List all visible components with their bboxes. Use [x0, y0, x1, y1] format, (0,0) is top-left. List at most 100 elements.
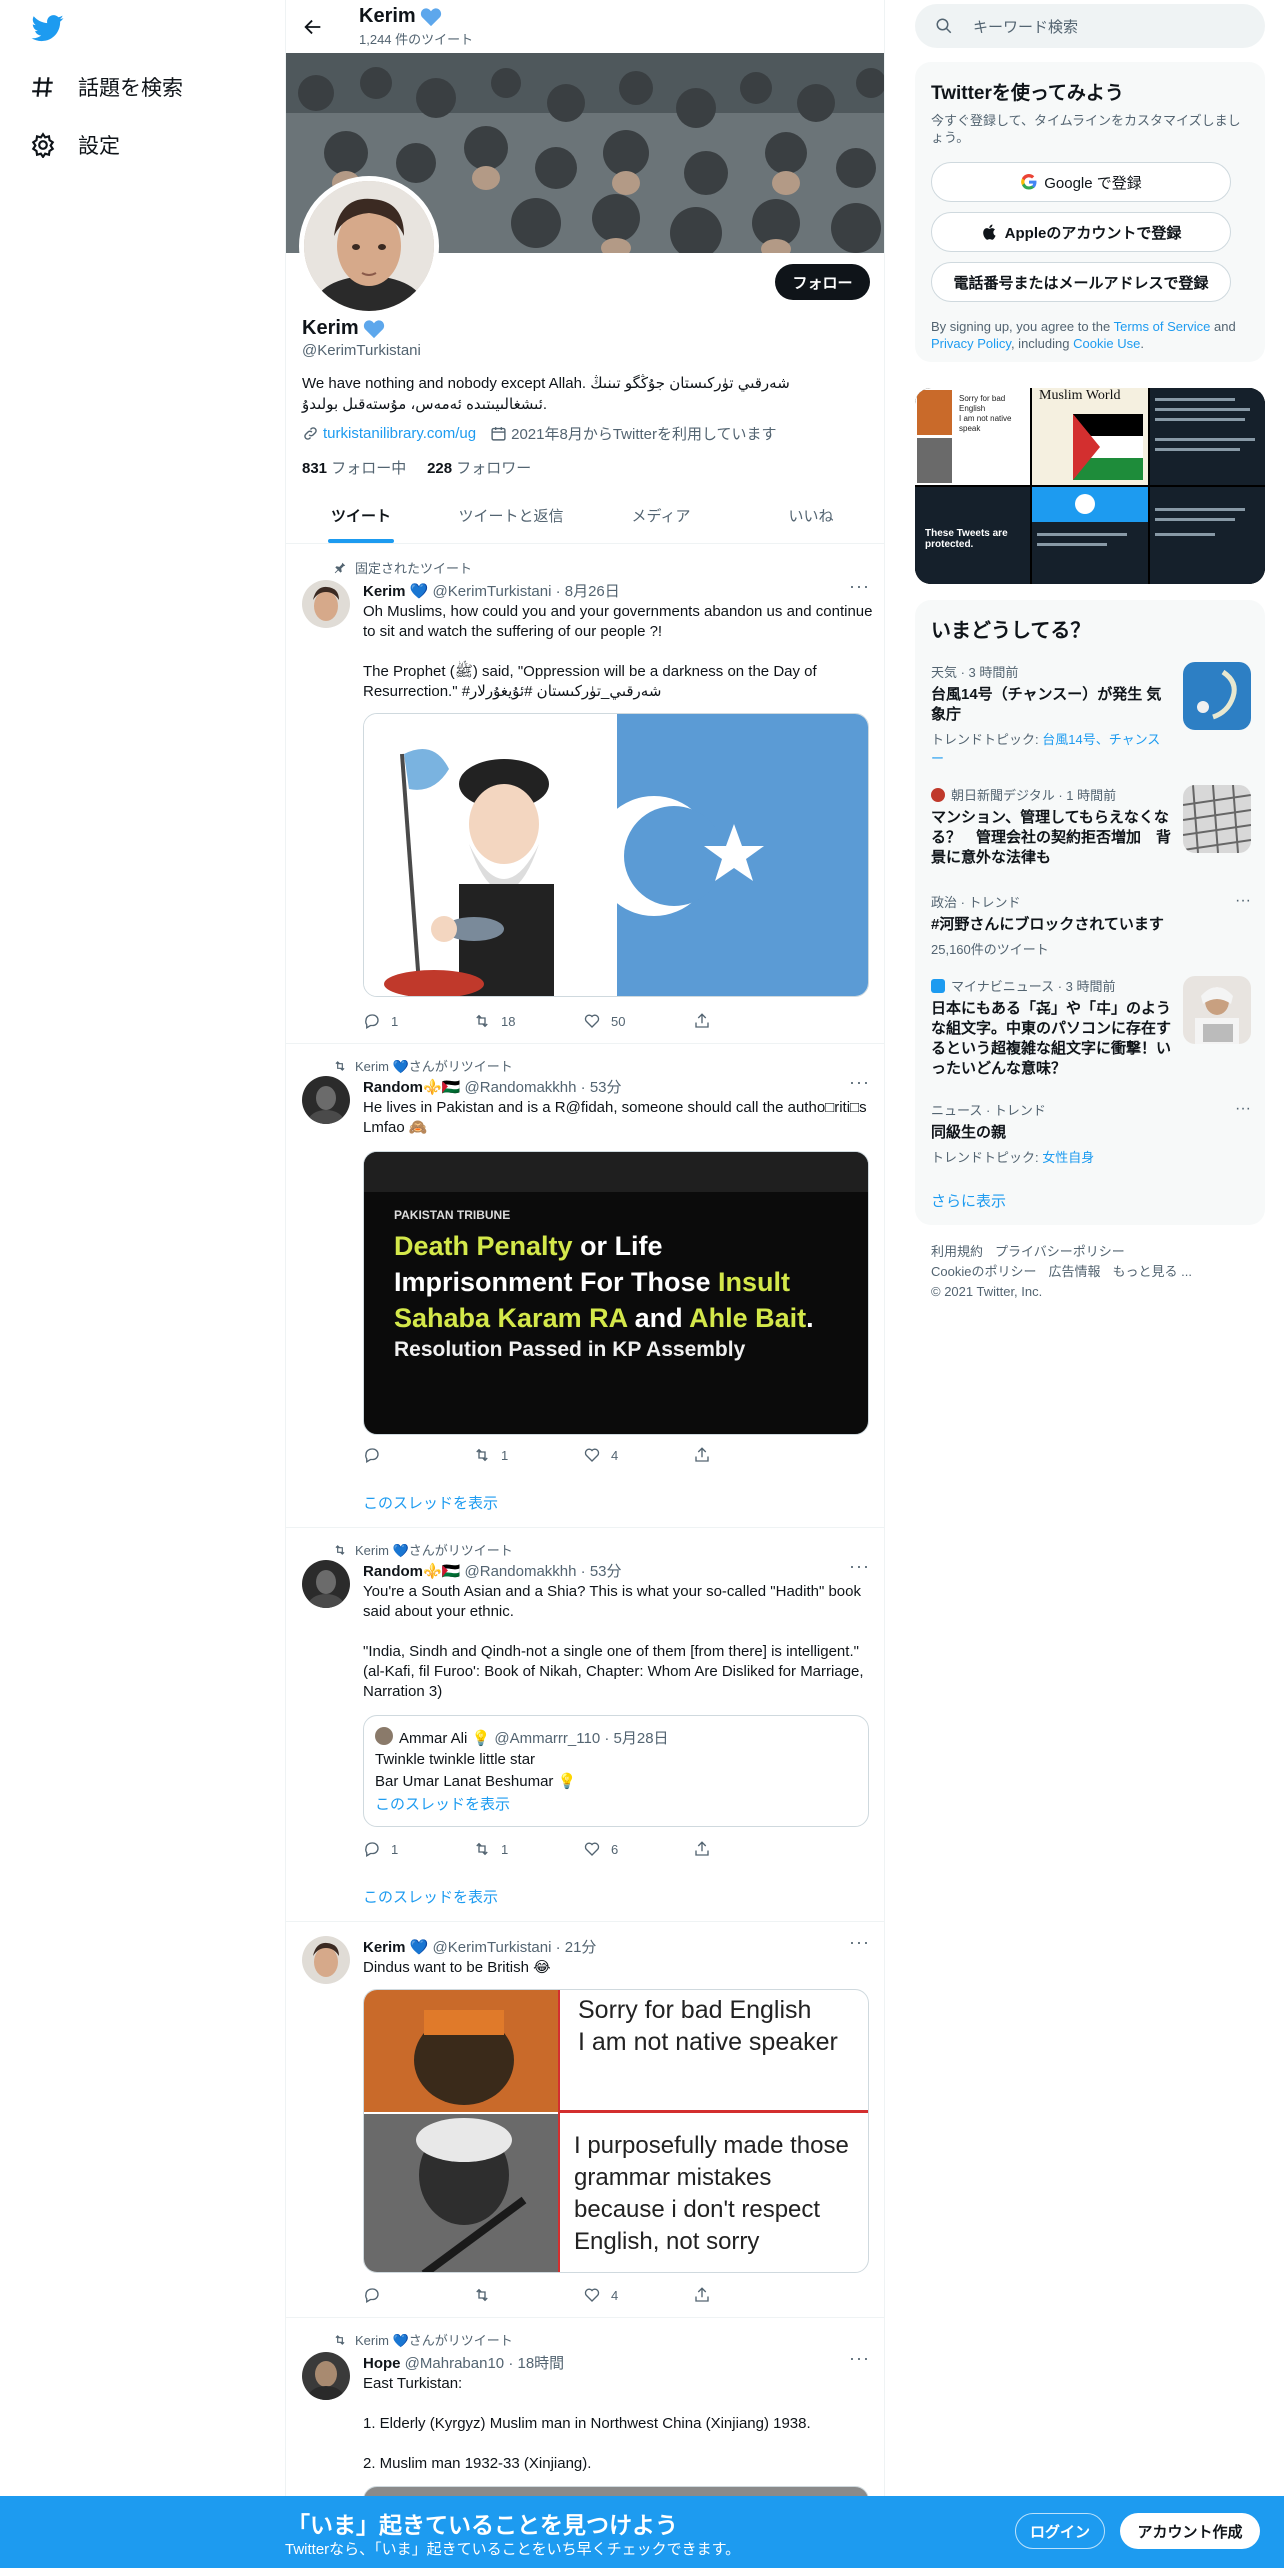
media-line-2: Imprisonment For Those Insult [394, 1264, 864, 1300]
reply-button[interactable] [363, 2286, 463, 2304]
more-options-icon[interactable]: ··· [849, 576, 870, 597]
tweet-timestamp[interactable]: · 53分 [581, 1563, 622, 1580]
tweet-actions: 1 4 [363, 1446, 793, 1464]
search-box[interactable]: キーワード検索 [915, 4, 1265, 48]
retweet-button[interactable] [473, 2286, 573, 2304]
tweet-own-meme[interactable]: Kerim 💙 @KerimTurkistani · 21分 ··· Dindu… [286, 1922, 884, 2318]
reply-button[interactable]: 1 [363, 1012, 463, 1030]
trend-more-icon[interactable]: ··· [1235, 1100, 1251, 1118]
share-button[interactable] [693, 1840, 793, 1858]
tab-likes[interactable]: いいね [736, 490, 884, 543]
trend-item-asahi[interactable]: 朝日新聞デジタル · 1 時間前 マンション、管理してもらえなくなる？ 管理会社… [931, 785, 1251, 875]
tweet-author-handle[interactable]: @Randomakkhh [465, 1079, 577, 1096]
share-button[interactable] [693, 1012, 793, 1030]
tab-tweets[interactable]: ツイート [286, 490, 436, 543]
nav-settings[interactable]: 設定 [30, 120, 120, 170]
quoted-show-thread[interactable]: このスレッドを表示 [375, 1793, 510, 1814]
tweet-timestamp[interactable]: · 18時間 [508, 2355, 564, 2372]
tab-tweets-and-replies[interactable]: ツイートと返信 [436, 490, 586, 543]
reply-button[interactable]: 1 [363, 1840, 463, 1858]
tweet-avatar[interactable] [302, 1560, 350, 1608]
trend-item-kono[interactable]: 政治 · トレンド #河野さんにブロックされています 25,160件のツイート … [931, 892, 1251, 962]
more-options-icon[interactable]: ··· [849, 1932, 870, 1953]
tweet-header: Random⚜️🇵🇸 @Randomakkhh · 53分 [363, 1076, 622, 1097]
tweet-retweet-1[interactable]: Kerim 💙さんがリツイート Random⚜️🇵🇸 @Randomakkhh … [286, 1044, 884, 1528]
heart-icon [584, 1448, 600, 1462]
like-button[interactable]: 4 [583, 1446, 683, 1464]
trend-item-typhoon[interactable]: 天気 · 3 時間前 台風14号（チャンスー）が発生 気象庁 トレンドトピック:… [931, 662, 1251, 766]
more-options-icon[interactable]: ··· [849, 2348, 870, 2369]
tweet-author-handle[interactable]: @Mahraban10 [405, 2355, 504, 2372]
right-sidebar: キーワード検索 Twitterを使ってみよう 今すぐ登録して、タイムラインをカス… [915, 0, 1265, 2568]
footer-terms-link[interactable]: 利用規約 [931, 1244, 983, 1259]
share-button[interactable] [693, 1446, 793, 1464]
back-arrow-icon[interactable] [302, 16, 324, 38]
footer-more-link[interactable]: もっと見る ... [1112, 1264, 1191, 1279]
tweet-timestamp[interactable]: · 21分 [556, 1939, 597, 1956]
footer-cookie-link[interactable]: Cookieのポリシー [931, 1264, 1036, 1279]
tweet-pinned[interactable]: 固定されたツイート Kerim 💙 @KerimTurkistani · 8月2… [286, 544, 884, 1044]
share-button[interactable] [693, 2286, 793, 2304]
quoted-tweet[interactable]: Ammar Ali 💡 @Ammarrr_110 · 5月28日 Twinkle… [363, 1715, 869, 1827]
trend-topic-link[interactable]: 女性自身 [1042, 1150, 1094, 1165]
like-button[interactable]: 6 [583, 1840, 683, 1858]
footer-ads-link[interactable]: 広告情報 [1048, 1264, 1100, 1279]
follow-button[interactable]: フォロー [775, 264, 870, 300]
trend-item-classmate[interactable]: ニュース · トレンド 同級生の親 トレンドトピック: 女性自身 ··· [931, 1100, 1251, 1170]
tweet-author-handle[interactable]: @KerimTurkistani [433, 1939, 552, 1956]
tweet-author-name[interactable]: Random⚜️🇵🇸 [363, 1563, 460, 1580]
show-thread-link[interactable]: このスレッドを表示 [363, 1492, 498, 1513]
retweet-button[interactable]: 1 [473, 1446, 573, 1464]
trend-more-icon[interactable]: ··· [1235, 892, 1251, 910]
media-line-3c: Ahle Bait [689, 1303, 807, 1333]
retweet-button[interactable]: 1 [473, 1840, 573, 1858]
show-more-link[interactable]: さらに表示 [931, 1190, 1006, 1211]
reply-button[interactable] [363, 1446, 463, 1464]
tweet-author-handle[interactable]: @Randomakkhh [465, 1563, 577, 1580]
tweet-media-image[interactable] [363, 713, 869, 997]
more-options-icon[interactable]: ··· [849, 1072, 870, 1093]
tweet-avatar[interactable] [302, 1936, 350, 1984]
media-grid[interactable]: Sorry for bad English I am not native sp… [915, 388, 1265, 584]
more-options-icon[interactable]: ··· [849, 1556, 870, 1577]
trend-item-mynavi[interactable]: マイナビニュース · 3 時間前 日本にもある「㐂」や「㐄」のような組文字。中東… [931, 976, 1251, 1086]
google-signup-button[interactable]: Google で登録 [931, 162, 1231, 202]
following-link[interactable]: 831 フォロー中 [302, 460, 406, 477]
phone-email-signup-button[interactable]: 電話番号またはメールアドレスで登録 [931, 262, 1231, 302]
twitter-logo-icon[interactable] [30, 12, 66, 44]
tweet-author-name[interactable]: Kerim 💙 [363, 1939, 428, 1956]
show-thread-link[interactable]: このスレッドを表示 [363, 1886, 498, 1907]
tweet-media-image[interactable]: Sorry for bad English I am not native sp… [363, 1989, 869, 2273]
like-button[interactable]: 50 [583, 1012, 683, 1030]
footer-privacy-link[interactable]: プライバシーポリシー [995, 1244, 1125, 1259]
tweet-author-handle[interactable]: @KerimTurkistani [433, 583, 552, 600]
tweet-avatar[interactable] [302, 580, 350, 628]
followers-link[interactable]: 228 フォロワー [427, 460, 531, 477]
profile-website-link[interactable]: turkistanilibrary.com/ug [323, 425, 476, 442]
apple-signup-button[interactable]: Appleのアカウントで登録 [931, 212, 1231, 252]
tweet-author-name[interactable]: Kerim 💙 [363, 583, 428, 600]
tweet-timestamp[interactable]: · 8月26日 [556, 583, 620, 600]
profile-avatar[interactable] [299, 176, 439, 316]
like-button[interactable]: 4 [583, 2286, 683, 2304]
tweet-avatar[interactable] [302, 1076, 350, 1124]
trend-context: 政治 · トレンド [931, 895, 1021, 910]
followers-count: 228 [427, 460, 453, 477]
tweet-author-name[interactable]: Hope [363, 2355, 401, 2372]
nav-explore[interactable]: 話題を検索 [30, 62, 183, 112]
tweet-timestamp[interactable]: · 53分 [581, 1079, 622, 1096]
privacy-policy-link[interactable]: Privacy Policy [931, 336, 1011, 351]
trend-sub: トレンドトピック: 台風14号、チャンス ー [931, 729, 1171, 767]
tweet-avatar[interactable] [302, 2352, 350, 2400]
terms-of-service-link[interactable]: Terms of Service [1114, 319, 1211, 334]
create-account-button[interactable]: アカウント作成 [1120, 2513, 1260, 2549]
cookie-use-link[interactable]: Cookie Use [1073, 336, 1140, 351]
meme-faces-image [364, 1990, 558, 2272]
tab-media[interactable]: メディア [586, 490, 736, 543]
tweet-retweet-2[interactable]: Kerim 💙さんがリツイート Random⚜️🇵🇸 @Randomakkhh … [286, 1528, 884, 1922]
tweet-author-name[interactable]: Random⚜️🇵🇸 [363, 1079, 460, 1096]
trend-sub-prefix: トレンドトピック: [931, 732, 1043, 747]
login-button[interactable]: ログイン [1015, 2513, 1105, 2549]
tweet-media-image[interactable]: PAKISTAN TRIBUNE Death Penalty or Life I… [363, 1151, 869, 1435]
retweet-button[interactable]: 18 [473, 1012, 573, 1030]
